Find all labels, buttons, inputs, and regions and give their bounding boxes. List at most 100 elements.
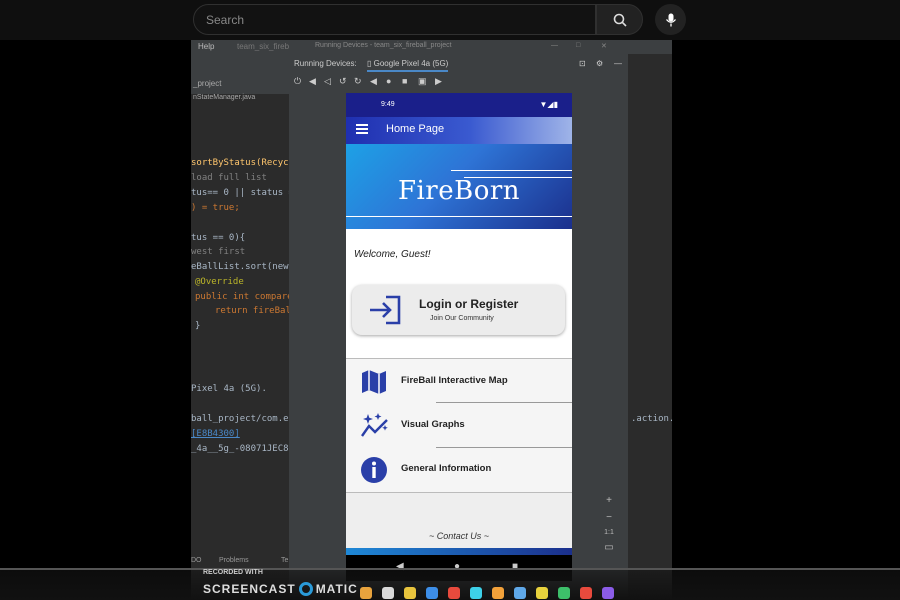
fit-screen-icon[interactable]: ▭ [599,542,619,553]
running-devices-tabs: Running Devices: ▯ Google Pixel 4a (5G) … [289,54,628,74]
code-line: tus == 0){ [191,233,246,243]
window-icon[interactable]: ⊡ [579,59,586,68]
menu-help[interactable]: Help [198,42,214,51]
ide-toolbar: _project nStateManager.java [191,54,291,101]
console-line: ball_project/com.ex [191,414,294,424]
power-icon[interactable]: ⏻ [294,76,301,87]
zoom-controls: + − 1:1 ▭ [599,495,619,559]
code-line: eBallList.sort(new [191,262,289,272]
sparkle-graph-icon [361,413,388,437]
record-icon[interactable]: ▶ [435,76,442,87]
banner-title: FireBorn [397,176,521,206]
app-icon[interactable] [360,587,372,599]
phone-screen[interactable]: 9:49 ▼◢▮ Home Page FireBorn Welcome, Gue… [346,93,572,581]
code-line: ) = true; [191,203,240,213]
camera-icon[interactable]: ▣ [418,76,427,87]
video-progress-bar[interactable] [0,568,900,570]
menu-list: FireBall Interactive Map Visual Graphs G… [346,358,572,492]
code-line: @Override [195,277,244,287]
tab-device[interactable]: ▯ Google Pixel 4a (5G) [367,59,449,72]
code-line: sortByStatus(Recyc [191,158,289,168]
ide-code-editor[interactable]: sortByStatus(Recyc load full list tus== … [191,140,294,390]
tab-problems[interactable]: Problems [219,557,249,564]
logo-circle-icon [298,582,313,596]
info-icon [361,457,387,483]
login-icon [370,295,401,325]
editor-tab-file[interactable]: nStateManager.java [193,94,255,101]
rotate-left-icon[interactable]: ↺ [339,76,347,87]
volume-down-icon[interactable]: ◁ [324,76,331,87]
video-frame[interactable]: Help team_six_fireb _project nStateManag… [191,40,672,600]
running-devices-label: Running Devices: [294,59,357,68]
app-icon[interactable] [492,587,504,599]
menu-item-map[interactable]: FireBall Interactive Map [346,359,572,403]
zoom-out-icon[interactable]: − [599,512,619,523]
app-icon[interactable] [558,587,570,599]
menu-project-name: team_six_fireb [237,42,290,51]
app-icon[interactable] [536,587,548,599]
code-line: load full list [191,173,267,183]
map-icon [362,370,386,394]
zoom-level[interactable]: 1:1 [599,529,619,536]
status-bar: 9:49 ▼◢▮ [346,93,572,117]
code-line: tus== 0 || status = [191,188,294,198]
maximize-icon[interactable]: □ [576,42,580,49]
code-line: public int compare [195,292,293,302]
hamburger-menu-icon[interactable] [356,124,368,134]
console-link[interactable]: [E8B4300] [191,429,240,439]
chrome-icon[interactable] [580,587,592,599]
taskbar [360,586,624,600]
contact-us-link[interactable]: ~ Contact Us ~ [346,531,572,541]
home-icon[interactable]: ● [386,76,391,86]
welcome-text: Welcome, Guest! [354,249,431,260]
minimize-icon[interactable]: — [551,42,558,49]
code-line: west first [191,247,246,257]
status-time: 9:49 [381,101,395,108]
search-button[interactable] [596,4,643,35]
screencast-logo: SCREENCAST MATIC [203,582,358,596]
microphone-icon [665,13,676,26]
menu-item-general-info[interactable]: General Information [346,447,572,491]
rotate-right-icon[interactable]: ↻ [354,76,362,87]
banner-line [346,216,572,217]
login-subtitle: Join Our Community [430,315,494,322]
login-register-button[interactable]: Login or Register Join Our Community [352,285,565,335]
search-input[interactable] [194,5,595,34]
banner-line [451,170,572,171]
app-icon[interactable] [602,587,614,599]
app-bar-title: Home Page [386,123,445,135]
app-icon[interactable] [426,587,438,599]
device-controls: ⏻ ◀ ◁ ↺ ↻ ◀ ● ■ ▣ ▶ [289,74,628,90]
menu-item-visual-graphs[interactable]: Visual Graphs [346,403,572,447]
console-right-text: .action. [631,414,672,424]
voice-search-button[interactable] [655,4,686,35]
app-bar: Home Page [346,117,572,144]
window-title: Running Devices - team_six_fireball_proj… [315,42,452,49]
folder-icon[interactable] [404,587,416,599]
gear-icon[interactable]: ⚙ [596,59,603,68]
hide-icon[interactable]: — [614,59,622,68]
app-icon[interactable] [382,587,394,599]
console-line: _4a__5g_-08071JEC8E [191,444,294,454]
project-label[interactable]: _project [193,79,221,88]
login-title: Login or Register [419,297,519,311]
ide-right-panel [628,100,672,600]
close-icon[interactable]: ✕ [601,42,607,50]
tab-todo[interactable]: DO [191,557,202,564]
search-box[interactable] [193,4,596,35]
brand-right: MATIC [315,582,358,596]
back-icon[interactable]: ◀ [370,76,377,87]
device-tab-label: Google Pixel 4a (5G) [373,59,449,68]
code-line: return fireBal [215,306,291,316]
app-icon[interactable] [514,587,526,599]
overview-icon[interactable]: ■ [402,76,407,86]
app-icon[interactable] [470,587,482,599]
menu-item-label: FireBall Interactive Map [401,375,508,386]
ide-console[interactable]: Pixel 4a (5G). ball_project/com.ex [E8B4… [191,360,294,560]
tab-terminal[interactable]: Te [281,557,288,564]
volume-up-icon[interactable]: ◀ [309,76,316,87]
running-devices-title: Running Devices - team_six_fireball_proj… [289,40,628,54]
code-line: } [195,321,201,331]
chrome-icon[interactable] [448,587,460,599]
zoom-in-icon[interactable]: + [599,495,619,506]
